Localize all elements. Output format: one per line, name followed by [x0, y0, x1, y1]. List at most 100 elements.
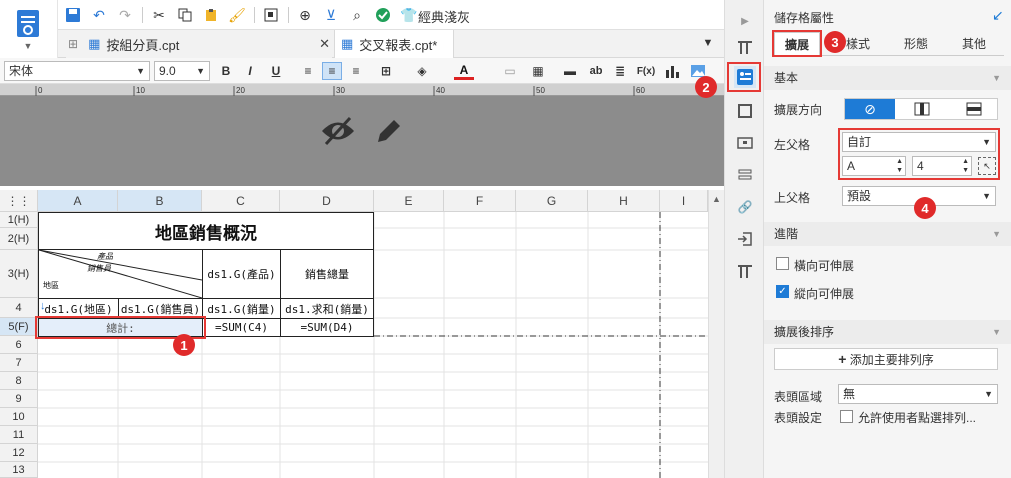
v-expand-checkbox[interactable]: ✓: [776, 285, 789, 298]
chart-icon[interactable]: [662, 62, 682, 80]
h-expand-checkbox[interactable]: [776, 257, 789, 270]
tab-style[interactable]: 樣式: [846, 32, 870, 56]
row-header[interactable]: 3(H): [0, 250, 38, 298]
link-icon[interactable]: 🔗: [734, 196, 756, 218]
redo-icon[interactable]: ↷: [116, 6, 134, 24]
section-sort[interactable]: 擴展後排序 ▼: [764, 320, 1011, 344]
paste-icon[interactable]: [202, 6, 220, 24]
border-icon[interactable]: ⊞: [376, 62, 396, 80]
row-header[interactable]: 6: [0, 336, 38, 354]
save-icon[interactable]: [64, 6, 82, 24]
row-header[interactable]: 7: [0, 354, 38, 372]
row-header[interactable]: 10: [0, 408, 38, 426]
column-header-h[interactable]: H: [588, 190, 660, 212]
border-attr-icon[interactable]: [734, 100, 756, 122]
corner-icon[interactable]: ⋮⋮: [0, 190, 38, 212]
font-color-icon[interactable]: A: [454, 62, 474, 80]
template-icon[interactable]: [262, 6, 280, 24]
cut-icon[interactable]: ✂: [150, 6, 168, 24]
allow-sort-checkbox[interactable]: [840, 410, 853, 423]
tab-menu-icon[interactable]: ▼: [701, 36, 715, 50]
paragraph-icon[interactable]: ≣: [610, 62, 630, 80]
cell-c3[interactable]: ds1.G(產品): [202, 249, 281, 299]
column-header-d[interactable]: D: [280, 190, 374, 212]
bold-button[interactable]: B: [216, 62, 236, 80]
spreadsheet-grid[interactable]: ⋮⋮ A B C D E F G H I 1(H) 2(H) 3(H) 4 5(…: [0, 190, 708, 478]
format-painter-icon[interactable]: 🖌: [228, 6, 246, 24]
font-size-select[interactable]: 9.0 ▼: [154, 61, 210, 81]
dock-icon[interactable]: ↙: [992, 7, 1004, 24]
style-label[interactable]: 經典淺灰: [418, 7, 470, 26]
row-header[interactable]: 5(F): [0, 318, 38, 336]
plugin-icon[interactable]: ⊻: [322, 6, 340, 24]
slash-header-cell[interactable]: 產品 銷售員 地區: [38, 249, 203, 299]
add-sort-button[interactable]: + 添加主要排列序: [774, 348, 998, 370]
row-header[interactable]: 11: [0, 426, 38, 444]
tab-crosstab[interactable]: ▦ 交叉報表.cpt*: [334, 30, 454, 58]
italic-button[interactable]: I: [240, 62, 260, 80]
condition-icon[interactable]: [734, 164, 756, 186]
close-icon[interactable]: ✕: [319, 36, 330, 52]
report-icon: [14, 8, 42, 40]
import-icon[interactable]: [734, 228, 756, 250]
ab-button[interactable]: ab: [586, 62, 606, 80]
no-expand-icon[interactable]: ⊘: [845, 99, 895, 119]
format-toolbar: 宋体 ▼ 9.0 ▼ B I U ≡ ≡ ≡ ⊞ ◈ A ▭ ▦ ▬ ab ≣ F(…: [0, 58, 724, 84]
row-header[interactable]: 4: [0, 298, 38, 318]
row-header[interactable]: 9: [0, 390, 38, 408]
formula-button[interactable]: F(x): [636, 62, 656, 80]
column-header-a[interactable]: A: [38, 190, 118, 212]
search-icon[interactable]: ⌕: [348, 6, 366, 24]
table-icon[interactable]: ▦: [528, 62, 548, 80]
globe-icon[interactable]: ⊕: [296, 6, 314, 24]
tab-form[interactable]: 形態: [904, 32, 928, 56]
tab-label: 按組分頁.cpt: [106, 37, 180, 53]
align-left-icon[interactable]: ≡: [298, 62, 318, 80]
cell-element-icon[interactable]: [734, 260, 756, 282]
edit-icon[interactable]: [372, 114, 404, 148]
tab-other[interactable]: 其他: [962, 32, 986, 56]
hide-icon[interactable]: [320, 114, 356, 148]
header-area-select[interactable]: 無 ▼: [838, 384, 998, 404]
row-header[interactable]: 2(H): [0, 228, 38, 250]
cell-attr-icon[interactable]: [734, 36, 756, 58]
row-header[interactable]: 13: [0, 462, 38, 478]
underline-button[interactable]: U: [266, 62, 286, 80]
vertical-expand-icon[interactable]: [897, 99, 947, 119]
fill-color-icon[interactable]: ◈: [412, 62, 432, 80]
designer-logo[interactable]: ▼: [0, 0, 58, 58]
align-right-icon[interactable]: ≡: [346, 62, 366, 80]
row-header[interactable]: 8: [0, 372, 38, 390]
row-header[interactable]: 12: [0, 444, 38, 462]
column-header-c[interactable]: C: [202, 190, 280, 212]
shirt-icon[interactable]: 👕: [400, 6, 418, 24]
horizontal-expand-icon[interactable]: [949, 99, 999, 119]
column-header-b[interactable]: B: [118, 190, 202, 212]
font-family-select[interactable]: 宋体 ▼: [4, 61, 150, 81]
section-advanced[interactable]: 進階 ▼: [764, 222, 1011, 246]
cell-d5[interactable]: =SUM(D4): [280, 318, 374, 337]
cell-c4[interactable]: ds1.G(銷量): [202, 298, 281, 319]
cell-d4[interactable]: ds1.求和(銷量): [280, 298, 374, 319]
file-tab-bar: ⊞ ▦ 按組分頁.cpt ✕ ▦ 交叉報表.cpt* ▼: [58, 30, 724, 58]
column-header-e[interactable]: E: [374, 190, 444, 212]
widget-icon[interactable]: [734, 132, 756, 154]
scroll-up-icon[interactable]: ▲: [712, 194, 721, 204]
cell-c5[interactable]: =SUM(C4): [202, 318, 281, 337]
report-title[interactable]: 地區銷售概況: [38, 212, 374, 250]
row-header[interactable]: 1(H): [0, 212, 38, 228]
section-basic[interactable]: 基本 ▼: [764, 66, 1011, 90]
column-header-i[interactable]: I: [660, 190, 708, 212]
align-center-icon[interactable]: ≡: [322, 62, 342, 80]
vertical-scrollbar[interactable]: ▲: [708, 190, 724, 478]
undo-icon[interactable]: ↶: [90, 6, 108, 24]
collapse-icon[interactable]: ▶: [734, 10, 756, 32]
text-field-icon[interactable]: ▬: [560, 62, 580, 80]
tab-grouped-pages[interactable]: ⊞ ▦ 按組分頁.cpt ✕: [66, 30, 332, 58]
check-icon[interactable]: [374, 6, 392, 24]
column-header-g[interactable]: G: [516, 190, 588, 212]
column-header-f[interactable]: F: [444, 190, 516, 212]
copy-icon[interactable]: [176, 6, 194, 24]
cell-d3[interactable]: 銷售總量: [280, 249, 374, 299]
merge-icon[interactable]: ▭: [500, 62, 520, 80]
